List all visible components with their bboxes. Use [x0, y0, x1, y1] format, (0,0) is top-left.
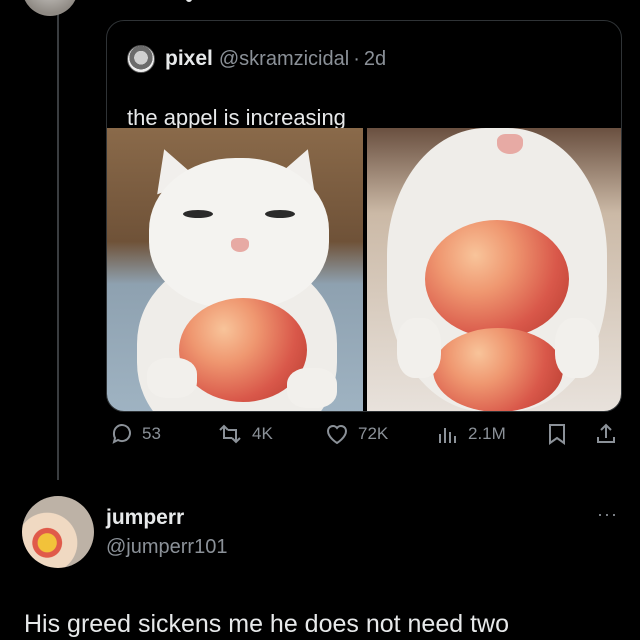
- cat-paw-left: [397, 318, 441, 378]
- more-options-icon[interactable]: ···: [597, 504, 618, 525]
- bookmark-button[interactable]: [546, 422, 576, 446]
- media-image-right[interactable]: [367, 128, 621, 411]
- thread-connector-line: [57, 0, 59, 480]
- views-button[interactable]: 2.1M: [436, 422, 506, 446]
- parent-avatar[interactable]: [22, 0, 78, 16]
- like-icon: [326, 425, 348, 445]
- cat-nose: [497, 134, 523, 154]
- reply-display-name[interactable]: jumperr: [106, 506, 184, 530]
- reply-avatar[interactable]: [22, 496, 94, 568]
- quoted-tweet-header: pixel @skramzicidal · 2d: [127, 45, 386, 73]
- apple-bottom: [433, 328, 563, 411]
- like-count: 72K: [358, 424, 389, 443]
- repost-icon: [219, 424, 241, 444]
- share-button[interactable]: [594, 422, 626, 446]
- reply-icon: [112, 424, 131, 444]
- reply-handle[interactable]: @jumperr101: [106, 536, 227, 559]
- cat-paw-left: [147, 358, 197, 398]
- cat-paw-right: [287, 368, 337, 408]
- repost-count: 4K: [252, 424, 273, 443]
- bookmark-icon: [549, 424, 565, 445]
- cat-head: [149, 158, 329, 308]
- cat-eye-right: [265, 210, 295, 218]
- views-icon: [439, 428, 456, 443]
- tweet-action-bar: 53 4K 72K 2.1M: [106, 422, 626, 458]
- cat-eye-left: [183, 210, 213, 218]
- quoted-tweet-card[interactable]: pixel @skramzicidal · 2d the appel is in…: [106, 20, 622, 412]
- quoted-separator: ·: [353, 47, 360, 70]
- reply-button[interactable]: 53: [110, 422, 161, 446]
- views-count: 2.1M: [468, 424, 506, 443]
- quoted-avatar[interactable]: [127, 45, 155, 73]
- media-image-left[interactable]: [107, 128, 363, 411]
- cat-paw-right: [555, 318, 599, 378]
- cat-nose: [231, 238, 249, 252]
- quoted-handle[interactable]: @skramzicidal: [219, 48, 349, 71]
- reply-text: His greed sickens me he does not need tw…: [24, 610, 509, 638]
- repost-button[interactable]: 4K: [216, 422, 273, 446]
- reply-count: 53: [142, 424, 161, 443]
- share-icon: [597, 423, 615, 443]
- apple-top: [425, 220, 569, 338]
- quoted-display-name[interactable]: pixel: [165, 47, 213, 71]
- parent-text-fragment: [186, 0, 192, 2]
- quoted-timestamp[interactable]: 2d: [364, 48, 386, 71]
- like-button[interactable]: 72K: [324, 422, 388, 446]
